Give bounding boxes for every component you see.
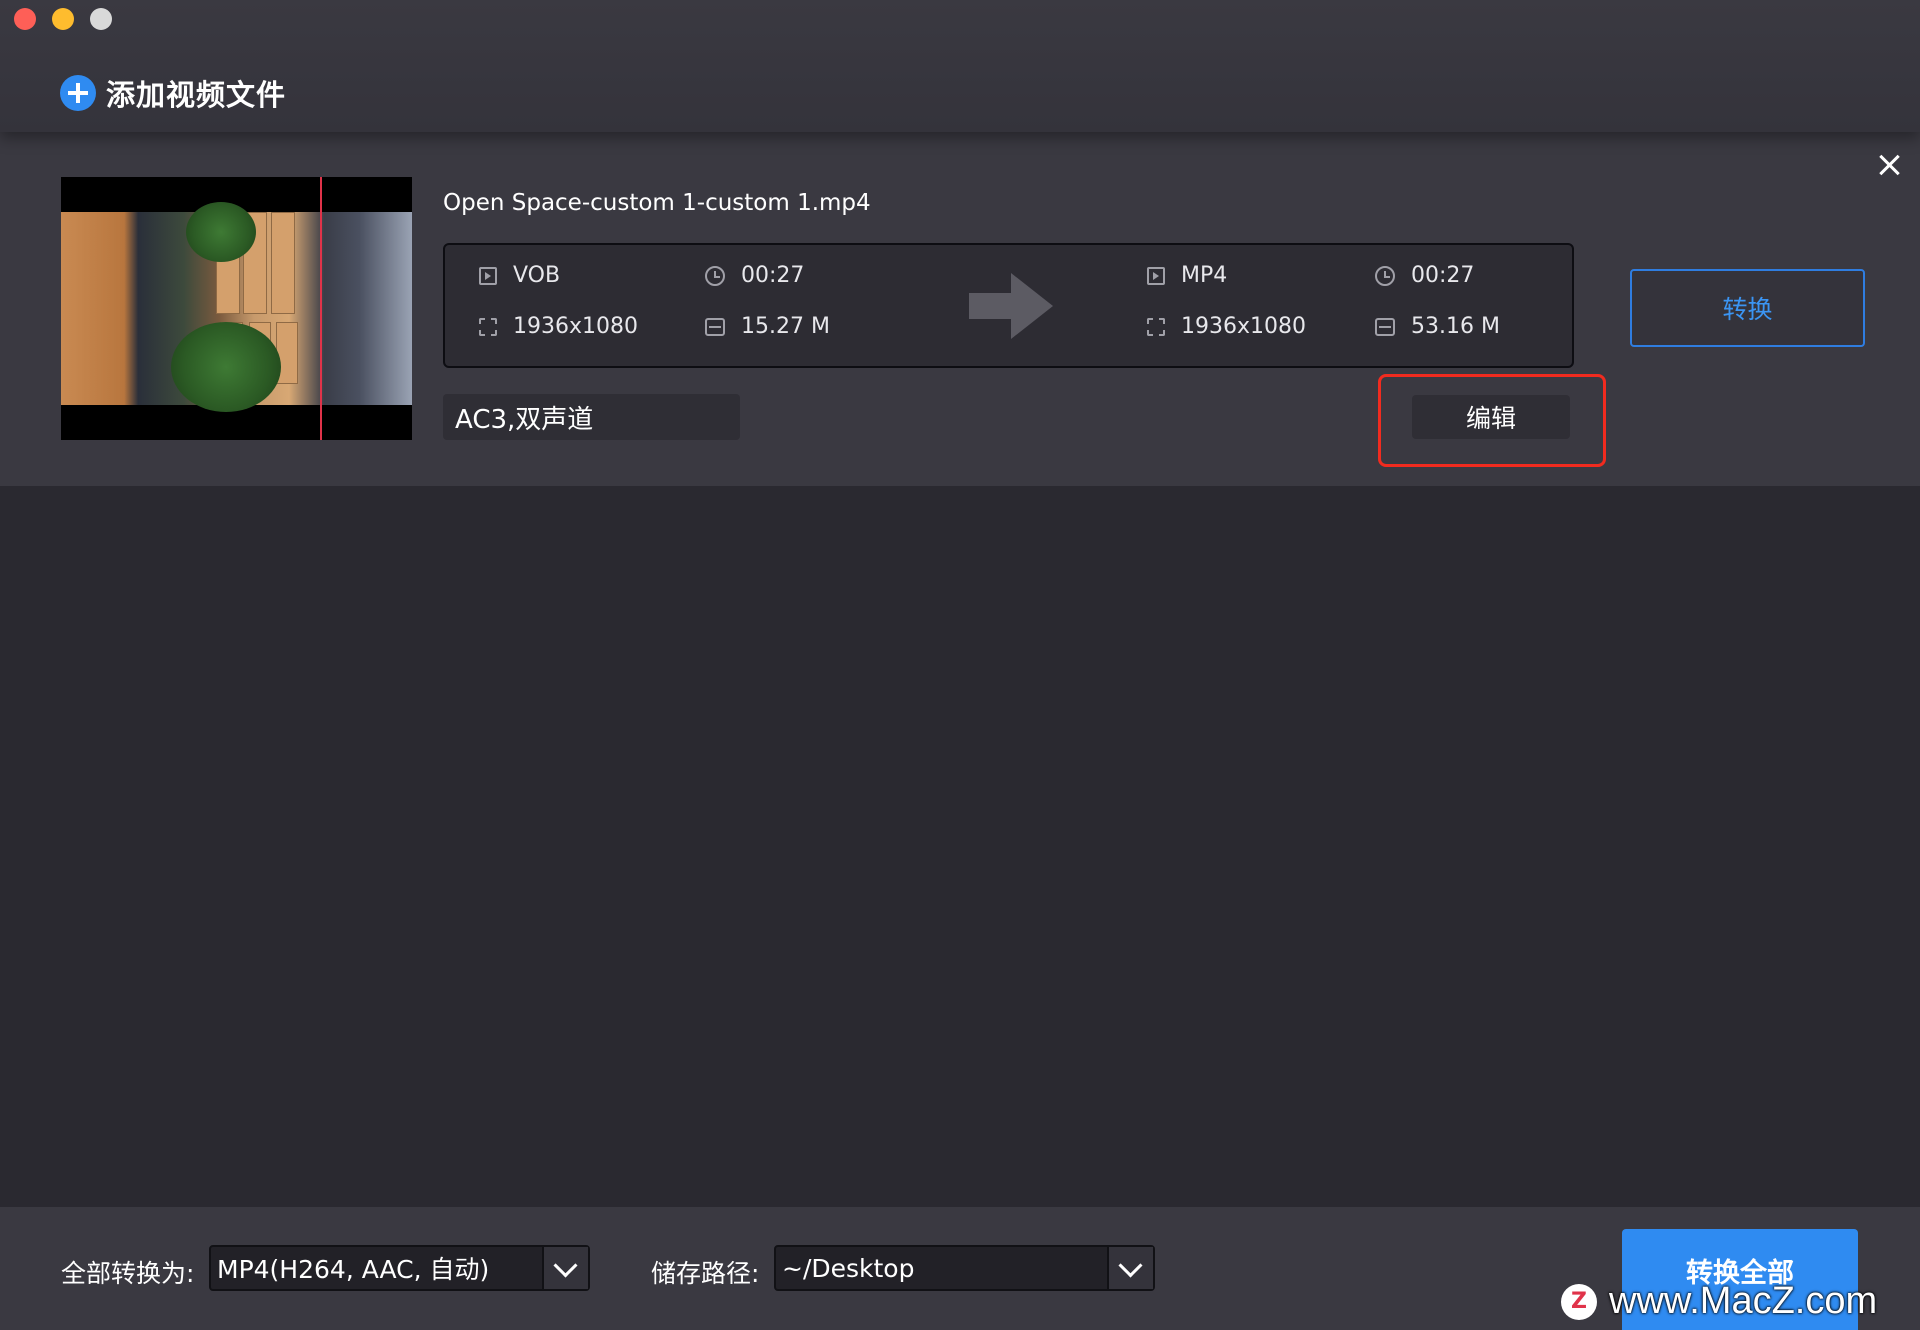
window-zoom-button[interactable]	[90, 8, 112, 30]
chevron-down-icon	[553, 1253, 578, 1278]
window-close-button[interactable]	[14, 8, 36, 30]
target-format: MP4	[1181, 263, 1228, 288]
resolution-icon	[479, 317, 497, 336]
source-duration: 00:27	[741, 263, 805, 288]
target-format-row: MP4	[1147, 263, 1227, 288]
app-window: 添加视频文件 Open Space-custom 1-custom 1.mp4 …	[0, 0, 1920, 1330]
source-resolution-row: 1936x1080	[479, 314, 638, 339]
source-size: 15.27 M	[741, 314, 830, 339]
edit-button[interactable]: 编辑	[1412, 395, 1570, 439]
save-path-select[interactable]: ~/Desktop	[774, 1245, 1155, 1291]
clock-icon	[705, 265, 725, 286]
save-path-label: 储存路径:	[651, 1259, 760, 1288]
watermark-text: www.MacZ.com	[1609, 1280, 1878, 1322]
clock-icon	[1375, 265, 1395, 286]
source-resolution: 1936x1080	[513, 314, 638, 339]
thumbnail-detail	[186, 202, 256, 262]
output-format-dropdown-button[interactable]	[542, 1247, 588, 1289]
target-resolution-row: 1936x1080	[1147, 314, 1306, 339]
thumbnail-playhead	[320, 177, 322, 440]
plus-circle-icon	[60, 75, 96, 111]
source-format-row: VOB	[479, 263, 560, 288]
thumbnail-detail	[171, 322, 281, 412]
convert-all-to-label: 全部转换为:	[61, 1259, 195, 1288]
audio-track-selector[interactable]: AC3,双声道	[443, 394, 740, 440]
add-video-file-button[interactable]: 添加视频文件	[60, 72, 286, 114]
thumbnail-frame	[61, 202, 412, 412]
target-resolution: 1936x1080	[1181, 314, 1306, 339]
conversion-info-panel: VOB 00:27 1936x1080 15.27 M MP4 00:27 19…	[443, 243, 1574, 368]
file-size-icon	[705, 317, 725, 336]
watermark: Z www.MacZ.com	[1561, 1280, 1877, 1323]
save-path-dropdown-button[interactable]	[1107, 1247, 1153, 1289]
add-video-file-label: 添加视频文件	[106, 78, 287, 112]
thumbnail-detail	[271, 212, 295, 314]
source-duration-row: 00:27	[705, 263, 804, 288]
target-duration-row: 00:27	[1375, 263, 1474, 288]
output-format-value: MP4(H264, AAC, 自动)	[217, 1255, 490, 1284]
toolbar: 添加视频文件	[0, 0, 1920, 132]
output-format-select[interactable]: MP4(H264, AAC, 自动)	[209, 1245, 590, 1291]
target-size-row: 53.16 M	[1375, 314, 1500, 339]
video-thumbnail[interactable]	[61, 177, 412, 440]
resolution-icon	[1147, 317, 1165, 336]
watermark-logo-icon: Z	[1561, 1283, 1597, 1320]
file-name: Open Space-custom 1-custom 1.mp4	[443, 190, 871, 216]
source-format: VOB	[513, 263, 561, 288]
target-duration: 00:27	[1411, 263, 1475, 288]
source-size-row: 15.27 M	[705, 314, 830, 339]
convert-button[interactable]: 转换	[1630, 269, 1865, 347]
remove-file-icon[interactable]	[1872, 148, 1906, 182]
video-format-icon	[1147, 266, 1165, 285]
window-controls	[14, 8, 112, 30]
window-minimize-button[interactable]	[52, 8, 74, 30]
file-size-icon	[1375, 317, 1395, 336]
save-path-value: ~/Desktop	[782, 1253, 915, 1283]
video-format-icon	[479, 266, 497, 285]
convert-arrow-icon	[969, 273, 1053, 339]
chevron-down-icon	[1118, 1253, 1143, 1278]
target-size: 53.16 M	[1411, 314, 1500, 339]
